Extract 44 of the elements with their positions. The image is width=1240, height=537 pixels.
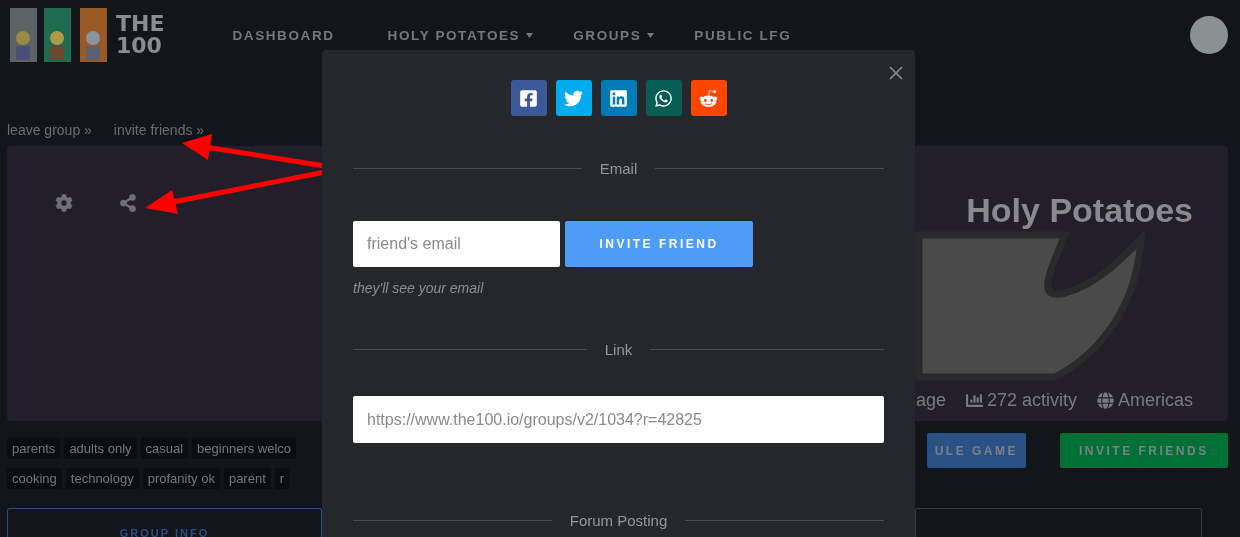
group-tab[interactable]: GROUP INFO — [7, 508, 322, 537]
tag[interactable]: parents — [7, 438, 61, 459]
group-link[interactable]: leave group » — [7, 122, 92, 138]
tag[interactable]: cooking — [7, 468, 62, 489]
bird-icon — [564, 88, 583, 108]
share-button[interactable] — [690, 80, 727, 116]
nav-link[interactable]: PUBLIC LFG — [694, 27, 805, 43]
logo-drawing[interactable] — [10, 8, 108, 62]
alien-face-icon — [699, 88, 718, 108]
tag[interactable]: technology — [65, 468, 139, 489]
stat-text: age — [915, 390, 946, 411]
stat-text: Americas — [1118, 390, 1193, 411]
group-link[interactable]: invite friends » — [113, 122, 205, 138]
tag[interactable]: adults only — [64, 438, 137, 459]
bar-chart-icon — [965, 392, 983, 409]
tag[interactable]: beginners welco — [192, 438, 297, 459]
email-input[interactable]: friend's email — [353, 221, 560, 267]
stat-text: 272 activity — [986, 390, 1077, 411]
logo-text[interactable]: THE 100 — [116, 13, 165, 57]
tag[interactable]: r — [274, 468, 290, 489]
phone-bubble-icon — [654, 88, 673, 108]
tag[interactable]: profanity ok — [142, 468, 220, 489]
close-icon — [889, 66, 903, 80]
invite-friend-button[interactable]: INVITE FRIEND — [565, 221, 753, 267]
share-button[interactable] — [600, 80, 637, 116]
section-heading: Forum Posting — [569, 512, 668, 529]
globe-icon — [1097, 392, 1114, 409]
share-button[interactable] — [510, 80, 547, 116]
share-button[interactable] — [645, 80, 682, 116]
nav-link[interactable]: GROUPS — [573, 27, 655, 43]
email-note: they'll see your email — [353, 280, 485, 296]
nav-link[interactable]: HOLY POTATOES — [387, 27, 534, 43]
nav-link[interactable]: DASHBOARD — [232, 27, 348, 43]
tab-label[interactable]: GROUP INFO — [119, 527, 210, 537]
tag[interactable]: parent — [223, 468, 271, 489]
share-icon[interactable] — [119, 194, 137, 212]
group-title: Holy Potatoes — [966, 191, 1193, 230]
link-field[interactable]: https://www.the100.io/groups/v2/1034?r=42825 — [353, 396, 884, 443]
share-button[interactable] — [555, 80, 592, 116]
section-heading: Link — [604, 341, 633, 358]
settings-icon[interactable] — [55, 194, 73, 212]
tag[interactable]: casual — [140, 438, 189, 459]
avatar[interactable] — [1190, 16, 1228, 54]
section-heading: Email — [599, 160, 638, 177]
